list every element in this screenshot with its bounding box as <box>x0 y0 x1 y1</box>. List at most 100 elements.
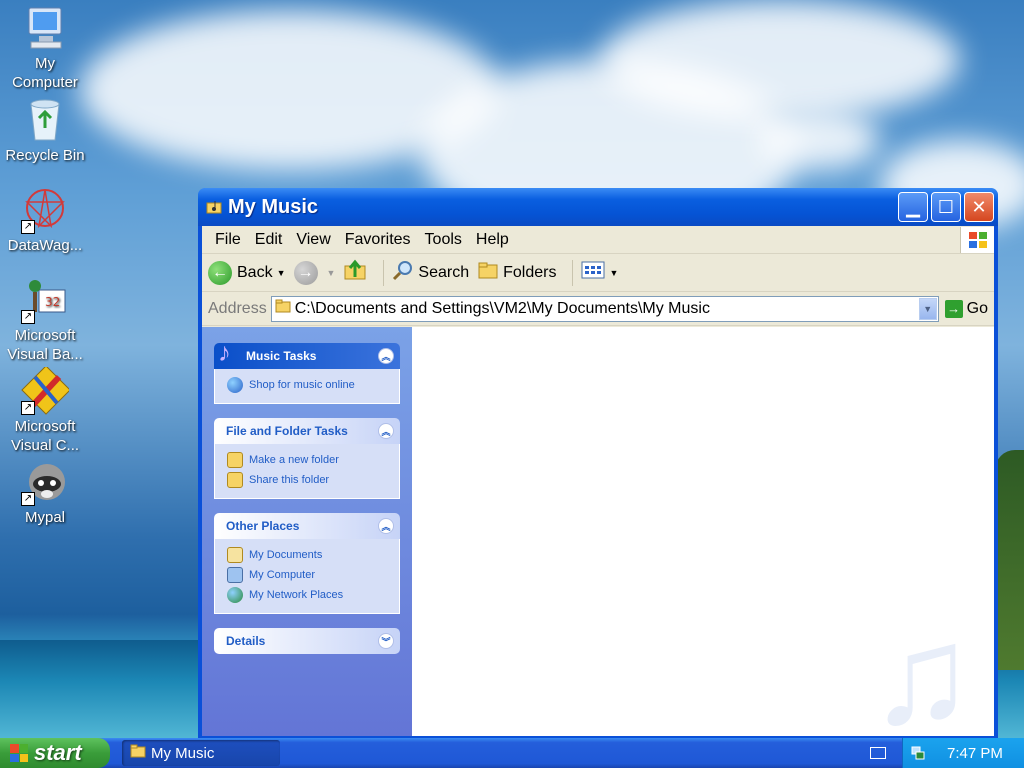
back-label: Back <box>237 263 273 281</box>
window-title: My Music <box>228 195 319 218</box>
place-my-computer[interactable]: My Computer <box>227 565 389 585</box>
forward-arrow-icon: → <box>293 260 318 285</box>
desktop-icon-label: My Computer <box>12 55 78 91</box>
desktop-icon-datawag[interactable]: ↗ DataWag... <box>0 186 90 255</box>
desktop-icon-my-computer[interactable]: My Computer <box>0 4 90 92</box>
music-folder-icon <box>206 199 222 215</box>
folders-button[interactable]: Folders <box>477 260 556 285</box>
file-folder-tasks-panel: File and Folder Tasks ︽ Make a new folde… <box>214 418 400 499</box>
svg-text:32: 32 <box>45 295 60 309</box>
visual-c-icon: ↗ <box>21 365 71 415</box>
panel-title: Other Places <box>226 519 300 533</box>
panel-title: Details <box>226 634 266 648</box>
menu-file[interactable]: File <box>208 231 248 249</box>
close-button[interactable]: ✕ <box>964 192 994 222</box>
taskbar-button-label: My Music <box>151 744 215 762</box>
task-shop-music-online[interactable]: Shop for music online <box>227 375 389 395</box>
menu-help[interactable]: Help <box>469 231 516 249</box>
search-icon <box>392 259 414 286</box>
task-label: Make a new folder <box>249 454 339 466</box>
task-pane: ♪ Music Tasks ︽ Shop for music online Fi… <box>202 327 412 736</box>
file-folder-tasks-header[interactable]: File and Folder Tasks ︽ <box>214 418 400 444</box>
place-label: My Documents <box>249 549 323 561</box>
menu-tools[interactable]: Tools <box>418 231 469 249</box>
file-folder-tasks-body: Make a new folder Share this folder <box>214 444 400 499</box>
minimize-button[interactable]: ▁ <box>898 192 928 222</box>
mypal-icon: ↗ <box>21 458 69 506</box>
menu-favorites[interactable]: Favorites <box>338 231 418 249</box>
share-folder-icon <box>227 472 243 488</box>
address-label: Address <box>208 299 267 317</box>
network-places-icon <box>227 587 243 603</box>
desktop-icon-mypal[interactable]: ↗ Mypal <box>0 458 90 527</box>
visual-basic-icon: 32 ↗ <box>21 276 69 324</box>
minimize-icon: ▁ <box>906 196 920 217</box>
collapse-icon[interactable]: ︽ <box>378 518 394 534</box>
desktop-icon-label: Microsoft Visual C... <box>10 418 80 454</box>
menu-edit[interactable]: Edit <box>248 231 290 249</box>
address-bar: Address C:\Documents and Settings\VM2\My… <box>202 292 994 326</box>
menu-view[interactable]: View <box>289 231 337 249</box>
network-icon[interactable] <box>911 746 925 760</box>
collapse-icon[interactable]: ︽ <box>378 423 394 439</box>
place-label: My Network Places <box>249 589 344 601</box>
folder-icon <box>275 299 291 318</box>
folders-label: Folders <box>503 263 557 281</box>
back-dropdown-icon[interactable]: ▼ <box>277 268 286 278</box>
address-dropdown-icon[interactable]: ▼ <box>918 297 937 320</box>
maximize-button[interactable]: ☐ <box>931 192 961 222</box>
details-header[interactable]: Details ︾ <box>214 628 400 654</box>
place-label: My Computer <box>249 569 316 581</box>
up-folder-button[interactable] <box>343 259 367 286</box>
task-share-folder[interactable]: Share this folder <box>227 470 389 490</box>
folder-icon <box>130 744 146 762</box>
desktop-icon-visual-c[interactable]: ↗ Microsoft Visual C... <box>0 365 90 455</box>
panel-title: File and Folder Tasks <box>226 424 348 438</box>
task-make-new-folder[interactable]: Make a new folder <box>227 450 389 470</box>
music-note-icon: ♪ <box>218 337 231 367</box>
my-computer-icon <box>21 4 69 52</box>
file-list-area[interactable]: ♫ <box>412 327 994 736</box>
views-icon <box>581 261 605 284</box>
standard-toolbar: ← Back ▼ → ▼ Search Folders ▼ <box>202 254 994 292</box>
desktop-icon-label: Mypal <box>24 509 65 526</box>
title-bar[interactable]: My Music ▁ ☐ ✕ <box>198 188 998 226</box>
go-label: Go <box>966 299 988 317</box>
forward-dropdown-icon[interactable]: ▼ <box>327 268 336 278</box>
new-folder-icon <box>227 452 243 468</box>
system-tray: 7:47 PM <box>902 738 1024 768</box>
collapse-icon[interactable]: ︽ <box>378 348 394 364</box>
search-label: Search <box>418 263 470 281</box>
start-button[interactable]: start <box>0 738 110 768</box>
keyboard-icon[interactable] <box>870 747 886 759</box>
expand-icon[interactable]: ︾ <box>378 633 394 649</box>
views-button[interactable]: ▼ <box>581 261 618 284</box>
other-places-body: My Documents My Computer My Network Plac… <box>214 539 400 614</box>
window-client: File Edit View Favorites Tools Help ← Ba… <box>202 226 994 736</box>
clock[interactable]: 7:47 PM <box>947 745 1003 762</box>
place-my-documents[interactable]: My Documents <box>227 545 389 565</box>
other-places-header[interactable]: Other Places ︽ <box>214 513 400 539</box>
taskbar: start My Music 7:47 PM <box>0 738 1024 768</box>
explorer-window: My Music ▁ ☐ ✕ File Edit View Favorites … <box>198 188 998 740</box>
menu-bar: File Edit View Favorites Tools Help <box>202 226 994 254</box>
toolbar-separator <box>383 259 385 286</box>
datawag-icon: ↗ <box>21 186 69 234</box>
music-tasks-panel: ♪ Music Tasks ︽ Shop for music online <box>214 337 400 404</box>
back-button[interactable]: ← Back ▼ <box>208 260 286 285</box>
address-field[interactable]: C:\Documents and Settings\VM2\My Documen… <box>270 295 939 322</box>
toolbar-separator <box>572 259 574 286</box>
go-button[interactable]: → Go <box>944 299 988 318</box>
place-my-network-places[interactable]: My Network Places <box>227 585 389 605</box>
desktop-icon-label: Microsoft Visual Ba... <box>7 327 83 363</box>
search-button[interactable]: Search <box>392 259 469 286</box>
desktop-icon-visual-basic[interactable]: 32 ↗ Microsoft Visual Ba... <box>0 276 90 364</box>
forward-button[interactable]: → ▼ <box>293 260 336 285</box>
desktop-icon-label: Recycle Bin <box>5 147 85 164</box>
views-dropdown-icon: ▼ <box>609 267 619 278</box>
music-tasks-header[interactable]: ♪ Music Tasks ︽ <box>214 337 400 369</box>
desktop-icon-recycle-bin[interactable]: Recycle Bin <box>0 96 90 165</box>
windows-logo-icon <box>960 226 994 253</box>
taskbar-button-my-music[interactable]: My Music <box>122 740 280 766</box>
desktop-icon-label: DataWag... <box>7 237 83 254</box>
